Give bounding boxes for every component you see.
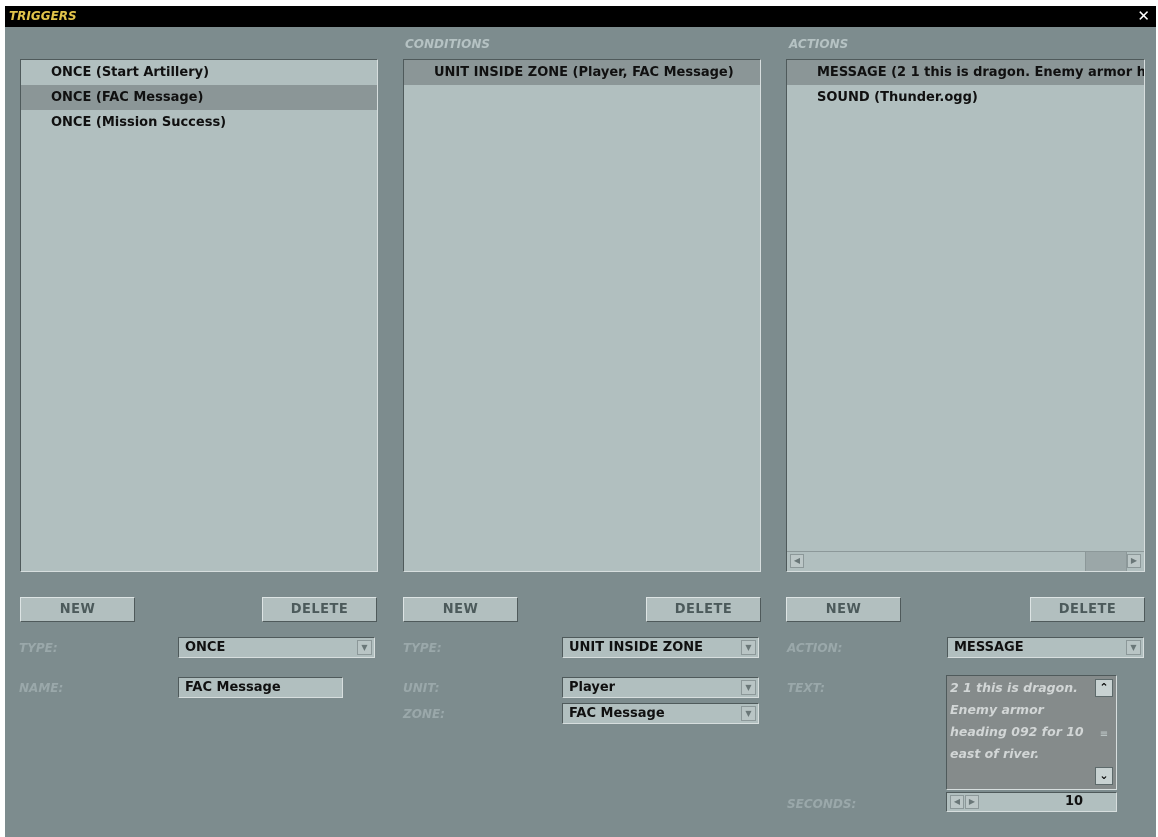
trigger-type-value: ONCE	[185, 640, 226, 655]
condition-new-button[interactable]: NEW	[403, 597, 518, 622]
chevron-down-icon[interactable]: ▼	[741, 706, 756, 721]
condition-zone-select[interactable]: FAC Message ▼	[562, 703, 759, 724]
scroll-right-icon[interactable]: ▶	[1127, 554, 1141, 568]
action-delete-button[interactable]: DELETE	[1030, 597, 1145, 622]
action-list-item-selected[interactable]: MESSAGE (2 1 this is dragon. Enemy armor…	[787, 60, 1144, 85]
trigger-name-label: NAME:	[19, 681, 64, 695]
condition-unit-value: Player	[569, 680, 616, 695]
conditions-header: CONDITIONS	[405, 37, 491, 51]
chevron-down-icon[interactable]: ▼	[357, 640, 372, 655]
action-type-label: ACTION:	[787, 641, 843, 655]
actions-list[interactable]: MESSAGE (2 1 this is dragon. Enemy armor…	[786, 59, 1145, 572]
condition-unit-label: UNIT:	[403, 681, 440, 695]
scroll-thumb[interactable]	[1085, 552, 1127, 571]
triggers-list[interactable]: ONCE (Start Artillery) ONCE (FAC Message…	[20, 59, 378, 572]
action-list-item[interactable]: SOUND (Thunder.ogg)	[787, 85, 1144, 110]
trigger-delete-button[interactable]: DELETE	[262, 597, 377, 622]
condition-type-select[interactable]: UNIT INSIDE ZONE ▼	[562, 637, 759, 658]
trigger-new-button[interactable]: NEW	[20, 597, 135, 622]
action-type-select[interactable]: MESSAGE ▼	[947, 637, 1144, 658]
close-icon[interactable]: ✕	[1137, 7, 1150, 25]
trigger-name-field[interactable]: FAC Message	[178, 677, 343, 698]
condition-type-value: UNIT INSIDE ZONE	[569, 640, 704, 655]
action-seconds-value: 10	[1065, 794, 1084, 809]
text-vertical-scrollbar[interactable]: ⌃ ≡ ⌄	[1093, 677, 1115, 788]
condition-zone-value: FAC Message	[569, 706, 665, 721]
trigger-type-label: TYPE:	[19, 641, 58, 655]
scroll-up-icon[interactable]: ⌃	[1095, 679, 1113, 697]
action-seconds-spinner[interactable]: ◀ ▶ 10	[946, 792, 1117, 812]
condition-zone-label: ZONE:	[403, 707, 445, 721]
trigger-list-item-selected[interactable]: ONCE (FAC Message)	[21, 85, 377, 110]
actions-horizontal-scrollbar[interactable]: ◀ ▶	[787, 551, 1144, 571]
trigger-name-value: FAC Message	[185, 680, 281, 695]
increment-icon[interactable]: ▶	[965, 795, 979, 809]
chevron-down-icon[interactable]: ▼	[741, 680, 756, 695]
scroll-left-icon[interactable]: ◀	[790, 554, 804, 568]
trigger-list-item[interactable]: ONCE (Mission Success)	[21, 110, 377, 135]
scroll-grip-icon[interactable]: ≡	[1099, 730, 1109, 740]
action-type-value: MESSAGE	[954, 640, 1024, 655]
condition-delete-button[interactable]: DELETE	[646, 597, 761, 622]
chevron-down-icon[interactable]: ▼	[1126, 640, 1141, 655]
trigger-type-select[interactable]: ONCE ▼	[178, 637, 375, 658]
chevron-down-icon[interactable]: ▼	[741, 640, 756, 655]
conditions-list[interactable]: UNIT INSIDE ZONE (Player, FAC Message)	[403, 59, 761, 572]
action-seconds-label: SECONDS:	[787, 797, 857, 811]
scroll-down-icon[interactable]: ⌄	[1095, 767, 1113, 785]
decrement-icon[interactable]: ◀	[950, 795, 964, 809]
action-new-button[interactable]: NEW	[786, 597, 901, 622]
window-title: TRIGGERS	[9, 9, 77, 23]
action-text-area[interactable]: 2 1 this is dragon. Enemy armor heading …	[946, 675, 1117, 790]
condition-type-label: TYPE:	[403, 641, 442, 655]
triggers-window: TRIGGERS ✕ ONCE (Start Artillery) ONCE (…	[5, 6, 1156, 837]
action-text-value: 2 1 this is dragon. Enemy armor heading …	[950, 680, 1084, 761]
trigger-list-item[interactable]: ONCE (Start Artillery)	[21, 60, 377, 85]
condition-list-item-selected[interactable]: UNIT INSIDE ZONE (Player, FAC Message)	[404, 60, 760, 85]
title-bar: TRIGGERS ✕	[5, 6, 1156, 27]
condition-unit-select[interactable]: Player ▼	[562, 677, 759, 698]
action-text-label: TEXT:	[787, 681, 825, 695]
actions-header: ACTIONS	[789, 37, 849, 51]
